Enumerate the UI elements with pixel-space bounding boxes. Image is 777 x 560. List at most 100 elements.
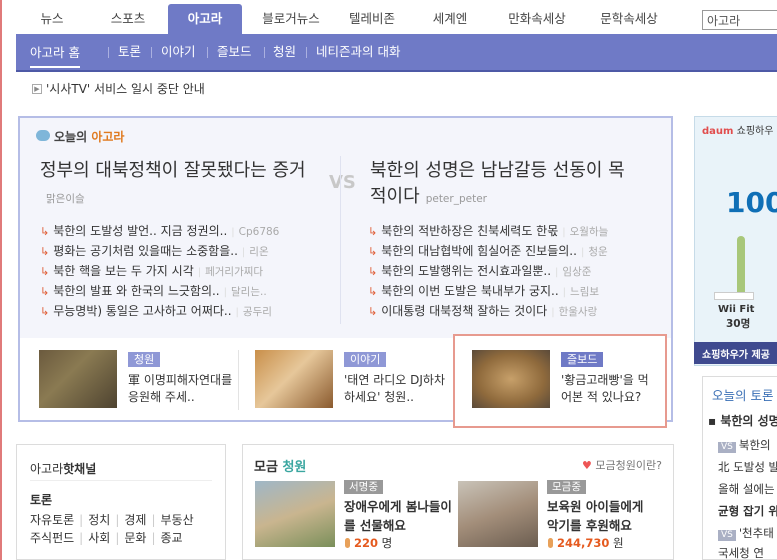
channel-link-economy[interactable]: 경제 (124, 513, 146, 527)
fundraising-item-title[interactable]: 보육원 아이들에게 악기를 후원해요 (547, 497, 659, 535)
list-item-title[interactable]: 무능명박) 통일은 고사하고 어쩌다.. (53, 304, 231, 318)
fundraising-thumbnail-1[interactable] (255, 481, 335, 547)
today-toron-title[interactable]: 오늘의 토론 (712, 385, 773, 404)
tab-blogger-news[interactable]: 블로거뉴스 (250, 4, 332, 34)
channel-link-free-toron[interactable]: 자유토론 (30, 513, 74, 527)
notice-link[interactable]: '시사TV' 서비스 일시 중단 안내 (46, 80, 205, 98)
subnav-toron[interactable]: 토론 (118, 34, 141, 70)
subnav-petition[interactable]: 청원 (273, 34, 296, 70)
card-tag[interactable]: 청원 (128, 352, 161, 367)
tab-agora[interactable]: 아고라 (168, 4, 242, 34)
list-item[interactable]: VS '천추태 (718, 525, 774, 541)
list-item-author[interactable]: 공두리 (243, 306, 272, 318)
list-item-title[interactable]: 이대통령 대북정책 잘하는 것이다 (381, 304, 547, 318)
tab-news[interactable]: 뉴스 (16, 4, 88, 34)
card-title[interactable]: 軍 이명피해자연대를 응원해 주세.. (128, 372, 238, 406)
list-item[interactable]: ↳ 이대통령 대북정책 잘하는 것이다 | 한울사랑 (368, 301, 608, 321)
list-item[interactable]: 北 도발성 발 (718, 459, 777, 475)
list-item-title[interactable]: 평화는 공기처럼 있을때는 소중함을.. (53, 244, 238, 258)
fundraising-info-link[interactable]: ♥ 모금청원이란? (582, 457, 662, 473)
card-tag[interactable]: 즐보드 (561, 352, 604, 367)
tab-sports[interactable]: 스포츠 (92, 4, 164, 34)
fundraising-item-title[interactable]: 장애우에게 봄나들이를 선물해요 (344, 497, 452, 535)
list-item[interactable]: ↳ 북한의 적반하장은 친북세력도 한몫 | 오월하늘 (368, 221, 608, 241)
list-item-author[interactable]: 한울사랑 (559, 306, 598, 318)
notice-play-icon: ▶ (32, 84, 42, 94)
channel-link-politics[interactable]: 정치 (88, 513, 110, 527)
top-nav: 뉴스 스포츠 아고라 블로거뉴스 텔레비존 세계엔 만화속세상 문학속세상 (2, 4, 777, 34)
channel-link-stocks[interactable]: 주식펀드 (30, 531, 74, 545)
tab-world[interactable]: 세계엔 (414, 4, 486, 34)
list-item-title[interactable]: 북한 핵을 보는 두 가지 시각 (53, 264, 194, 278)
list-item[interactable]: ↳ 북한의 이번 도발은 북내부가 궁지.. | 느림보 (368, 281, 608, 301)
card-thumbnail-golden-whale-bread[interactable] (472, 350, 550, 408)
left-headline-author[interactable]: 맑은이슬 (46, 193, 85, 205)
list-item-author[interactable]: 오월하늘 (570, 226, 609, 238)
list-item-author[interactable]: Cp6786 (239, 226, 280, 238)
list-item[interactable]: 균형 잡기 위 (718, 503, 777, 519)
search-input[interactable] (702, 10, 777, 30)
reply-arrow-icon: ↳ (40, 245, 50, 258)
channel-link-real-estate[interactable]: 부동산 (161, 513, 194, 527)
list-item[interactable]: ↳ 북한의 발표 와 한국의 느긋함의.. | 달리는.. (40, 281, 279, 301)
list-item-title[interactable]: 북한의 대남협박에 힘실어준 진보들의.. (381, 244, 577, 258)
channel-link-religion[interactable]: 종교 (161, 531, 183, 545)
list-item-title[interactable]: 북한의 도발행위는 전시효과일뿐.. (381, 264, 551, 278)
daum-logo: daum (702, 126, 734, 137)
tab-comics[interactable]: 만화속세상 (496, 4, 578, 34)
channel-link-society[interactable]: 사회 (88, 531, 110, 545)
fundraising-count-value: 220 (354, 536, 379, 550)
card-thumbnail-radio-dj[interactable] (255, 350, 333, 408)
list-item[interactable]: 올해 설에는 (718, 481, 775, 497)
right-link-list: ↳ 북한의 적반하장은 친북세력도 한몫 | 오월하늘 ↳ 북한의 대남협박에 힘실어준… (368, 221, 608, 321)
card-tag[interactable]: 이야기 (344, 352, 387, 367)
list-item-title[interactable]: 북한의 (739, 438, 771, 452)
list-item[interactable]: VS 북한의 (718, 437, 771, 453)
subnav-agora-home[interactable]: 아고라 홈 (30, 36, 80, 68)
debate-divider (340, 156, 341, 324)
fundraising-thumbnail-2[interactable] (458, 481, 538, 547)
channel-link-culture[interactable]: 문화 (124, 531, 146, 545)
today-toron-headline-text[interactable]: 북한의 성명 (720, 414, 777, 428)
list-item-author[interactable]: 리온 (249, 246, 268, 258)
card-thumbnail-soldiers[interactable] (39, 350, 117, 408)
list-item-author[interactable]: 페거리가찌다 (205, 266, 263, 278)
fundraising-info-text[interactable]: 모금청원이란? (595, 459, 662, 472)
hot-channel-title-bold: 핫채널 (63, 462, 97, 476)
list-item-author[interactable]: 청운 (588, 246, 607, 258)
list-item-title[interactable]: 북한의 도발성 발언.. 지금 정권의.. (53, 224, 227, 238)
list-item[interactable]: ↳ 북한의 대남협박에 힘실어준 진보들의.. | 청운 (368, 241, 608, 261)
right-headline-text[interactable]: 북한의 성명은 남남갈등 선동이 목적이다 (370, 160, 625, 207)
card-title[interactable]: '태연 라디오 DJ하차하세요' 청원.. (344, 372, 454, 406)
list-item-title[interactable]: 균형 잡기 위 (718, 504, 777, 518)
reply-arrow-icon: ↳ (368, 245, 378, 258)
left-headline-text[interactable]: 정부의 대북정책이 잘못됐다는 증거 (40, 160, 306, 181)
tab-television[interactable]: 텔레비존 (336, 4, 408, 34)
list-item-title[interactable]: 올해 설에는 (718, 482, 775, 496)
list-item-author[interactable]: 임상준 (562, 266, 591, 278)
card-title[interactable]: '황금고래빵'을 먹어본 적 있나요? (561, 372, 653, 406)
list-item[interactable]: ↳ 북한의 도발행위는 전시효과일뿐.. | 임상준 (368, 261, 608, 281)
left-headline[interactable]: 정부의 대북정책이 잘못됐다는 증거맑은이슬 (40, 158, 310, 212)
subnav-netizen-talk[interactable]: 네티즌과의 대화 (316, 34, 400, 70)
right-headline-author[interactable]: peter_peter (426, 193, 487, 205)
hot-channel-toron-head[interactable]: 토론 (30, 491, 52, 508)
tab-literature[interactable]: 문학속세상 (586, 4, 672, 34)
list-item[interactable]: ↳ 평화는 공기처럼 있을때는 소중함을.. | 리온 (40, 241, 279, 261)
list-item[interactable]: ↳ 무능명박) 통일은 고사하고 어쩌다.. | 공두리 (40, 301, 279, 321)
subnav-story[interactable]: 이야기 (161, 34, 196, 70)
list-item-title[interactable]: 북한의 적반하장은 친북세력도 한몫 (381, 224, 558, 238)
list-item[interactable]: 국세청 연 (718, 545, 764, 560)
today-toron-headline[interactable]: ▪ 북한의 성명 (708, 412, 777, 429)
list-item-author[interactable]: 달리는.. (231, 286, 267, 298)
list-item[interactable]: ↳ 북한 핵을 보는 두 가지 시각 | 페거리가찌다 (40, 261, 279, 281)
list-item[interactable]: ↳ 북한의 도발성 발언.. 지금 정권의.. | Cp6786 (40, 221, 279, 241)
list-item-title[interactable]: 북한의 발표 와 한국의 느긋함의.. (53, 284, 219, 298)
list-item-title[interactable]: 국세청 연 (718, 546, 764, 560)
list-item-title[interactable]: 北 도발성 발 (718, 460, 777, 474)
list-item-author[interactable]: 느림보 (570, 286, 599, 298)
right-headline[interactable]: 북한의 성명은 남남갈등 선동이 목적이다 peter_peter (370, 158, 640, 212)
subnav-jeulboard[interactable]: 즐보드 (217, 34, 252, 70)
list-item-title[interactable]: '천추태 (739, 526, 774, 540)
list-item-title[interactable]: 북한의 이번 도발은 북내부가 궁지.. (381, 284, 558, 298)
